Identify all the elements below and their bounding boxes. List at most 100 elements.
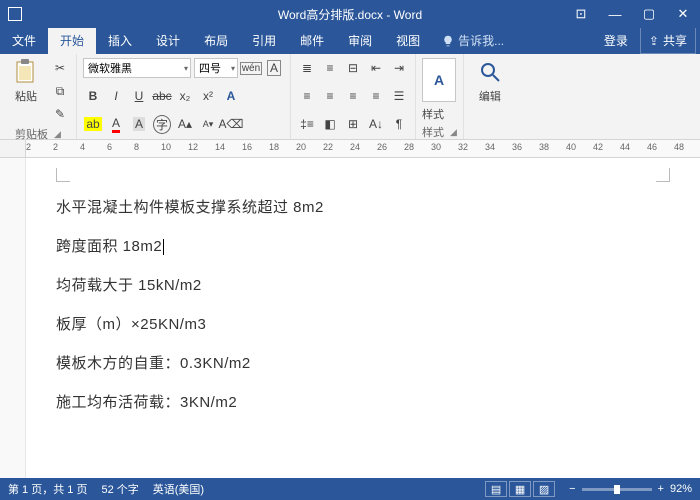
ribbon-options-icon[interactable]: ⊡: [564, 0, 598, 28]
format-painter-button[interactable]: ✎: [50, 104, 70, 124]
text-cursor: [163, 239, 164, 255]
tell-me-input[interactable]: 告诉我...: [432, 27, 514, 54]
subscript-button[interactable]: x₂: [175, 86, 195, 106]
multilevel-button[interactable]: ⊟: [343, 58, 363, 78]
scissors-icon: ✂: [55, 61, 65, 75]
indent-icon: ⇥: [394, 61, 404, 75]
page-status[interactable]: 第 1 页，共 1 页: [8, 481, 87, 497]
maximize-icon[interactable]: ▢: [632, 0, 666, 28]
tab-layout[interactable]: 布局: [192, 27, 240, 54]
zoom-in-button[interactable]: +: [658, 483, 664, 495]
bullets-button[interactable]: ≣: [297, 58, 317, 78]
share-button[interactable]: ⇪ 共享: [640, 27, 696, 54]
horizontal-ruler[interactable]: 2246810121416182022242628303234363840424…: [26, 140, 700, 157]
text-effects-button[interactable]: A: [221, 86, 241, 106]
distributed-button[interactable]: ☰: [389, 86, 409, 106]
strike-button[interactable]: abc: [152, 86, 172, 106]
ribbon: 粘贴 ✂ ⧉ ✎ 剪贴板◢ 微软雅黑 四号 wén A B I U abc x₂: [0, 54, 700, 140]
ruler-tick: 2: [53, 142, 58, 152]
document-line[interactable]: 板厚（m）×25KN/m3: [56, 313, 670, 334]
clipboard-launcher[interactable]: ◢: [54, 129, 61, 140]
show-marks-button[interactable]: ¶: [389, 114, 409, 134]
copy-button[interactable]: ⧉: [50, 81, 70, 101]
decrease-indent-button[interactable]: ⇤: [366, 58, 386, 78]
tab-references[interactable]: 引用: [240, 27, 288, 54]
tab-mailings[interactable]: 邮件: [288, 27, 336, 54]
print-layout-button[interactable]: ▦: [509, 481, 531, 497]
zoom-thumb[interactable]: [614, 485, 620, 494]
language-status[interactable]: 英语(美国): [153, 481, 204, 497]
char-shading-button[interactable]: A: [129, 114, 149, 134]
bold-button[interactable]: B: [83, 86, 103, 106]
document-line[interactable]: 均荷载大于 15kN/m2: [56, 274, 670, 295]
web-layout-button[interactable]: ▨: [533, 481, 555, 497]
border-icon: ⊞: [348, 117, 358, 131]
ruler-tick: 36: [512, 142, 522, 152]
highlight-button[interactable]: ab: [83, 114, 103, 134]
effects-icon: A: [227, 89, 236, 103]
enclose-char-button[interactable]: 字: [152, 114, 172, 134]
word-count[interactable]: 52 个字: [101, 481, 138, 497]
find-icon: [476, 58, 504, 86]
ruler-tick: 4: [80, 142, 85, 152]
shrink-font-button[interactable]: A▾: [198, 114, 218, 134]
document-line[interactable]: 施工均布活荷载：3KN/m2: [56, 391, 670, 412]
clipboard-group: 粘贴 ✂ ⧉ ✎ 剪贴板◢: [0, 54, 77, 139]
paste-button[interactable]: 粘贴: [6, 58, 46, 104]
borders-button[interactable]: ⊞: [343, 114, 363, 134]
status-bar: 第 1 页，共 1 页 52 个字 英语(美国) ▤ ▦ ▨ − + 92%: [0, 478, 700, 500]
sort-button[interactable]: A↓: [366, 114, 386, 134]
wen-icon: wén: [240, 62, 262, 75]
vertical-ruler[interactable]: [0, 158, 26, 478]
align-right-button[interactable]: ≡: [343, 86, 363, 106]
share-icon: ⇪: [649, 34, 659, 48]
superscript-button[interactable]: x²: [198, 86, 218, 106]
minimize-icon[interactable]: —: [598, 0, 632, 28]
editing-button[interactable]: 编辑: [470, 58, 510, 104]
tab-design[interactable]: 设计: [144, 27, 192, 54]
char-border-button[interactable]: A: [264, 58, 284, 78]
line-spacing-button[interactable]: ‡≡: [297, 114, 317, 134]
tab-view[interactable]: 视图: [384, 27, 432, 54]
phonetic-guide-button[interactable]: wén: [241, 58, 261, 78]
document-line[interactable]: 水平混凝土构件模板支撑系统超过 8m2: [56, 196, 670, 217]
align-left-button[interactable]: ≡: [297, 86, 317, 106]
document-line[interactable]: 模板木方的自重：0.3KN/m2: [56, 352, 670, 373]
close-icon[interactable]: ✕: [666, 0, 700, 28]
ruler-tick: 16: [242, 142, 252, 152]
shading-button[interactable]: ◧: [320, 114, 340, 134]
border-a-icon: A: [267, 60, 281, 76]
ruler-tick: 18: [269, 142, 279, 152]
tab-home[interactable]: 开始: [48, 27, 96, 54]
spacing-icon: ‡≡: [300, 117, 314, 131]
justify-button[interactable]: ≡: [366, 86, 386, 106]
tab-insert[interactable]: 插入: [96, 27, 144, 54]
page[interactable]: 水平混凝土构件模板支撑系统超过 8m2 跨度面积 18m2 均荷载大于 15kN/m…: [26, 158, 700, 478]
paste-label: 粘贴: [15, 88, 37, 104]
cut-button[interactable]: ✂: [50, 58, 70, 78]
grow-font-button[interactable]: A▴: [175, 114, 195, 134]
zoom-value[interactable]: 92%: [670, 483, 692, 495]
align-center-icon: ≡: [326, 89, 333, 103]
clear-format-button[interactable]: A⌫: [221, 114, 241, 134]
title-bar: Word高分排版.docx - Word ⊡ — ▢ ✕: [0, 0, 700, 28]
zoom-slider[interactable]: [582, 488, 652, 491]
login-button[interactable]: 登录: [592, 27, 640, 54]
font-name-combo[interactable]: 微软雅黑: [83, 58, 191, 78]
font-size-combo[interactable]: 四号: [194, 58, 238, 78]
ruler[interactable]: 2246810121416182022242628303234363840424…: [0, 140, 700, 158]
document-line[interactable]: 跨度面积 18m2: [56, 235, 670, 256]
numbering-button[interactable]: ≡: [320, 58, 340, 78]
tab-file[interactable]: 文件: [0, 27, 48, 54]
italic-button[interactable]: I: [106, 86, 126, 106]
tab-review[interactable]: 审阅: [336, 27, 384, 54]
styles-gallery[interactable]: A: [422, 58, 456, 102]
app-icon: [8, 7, 22, 21]
styles-launcher[interactable]: ◢: [450, 127, 457, 138]
underline-button[interactable]: U: [129, 86, 149, 106]
read-mode-button[interactable]: ▤: [485, 481, 507, 497]
align-center-button[interactable]: ≡: [320, 86, 340, 106]
increase-indent-button[interactable]: ⇥: [389, 58, 409, 78]
zoom-out-button[interactable]: −: [569, 483, 575, 495]
font-color-button[interactable]: A: [106, 114, 126, 134]
